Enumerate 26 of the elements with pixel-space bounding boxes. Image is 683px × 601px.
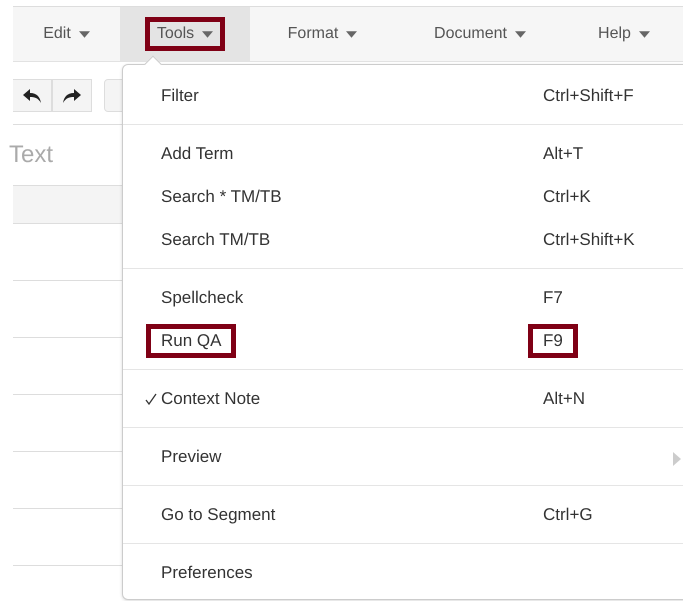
text-field[interactable]: Text: [9, 141, 109, 169]
menu-item[interactable]: Preview: [123, 435, 683, 478]
menu-item[interactable]: Run QA F9: [123, 319, 683, 362]
checkmark-icon: [145, 392, 157, 404]
menu-item[interactable]: Search * TM/TB Ctrl+K: [123, 175, 683, 218]
menu-item[interactable]: Search TM/TB Ctrl+Shift+K: [123, 218, 683, 261]
menu-item[interactable]: Go to Segment Ctrl+G: [123, 493, 683, 536]
redo-button[interactable]: [52, 79, 92, 112]
menu-button[interactable]: Edit: [13, 7, 120, 61]
caret-icon: [346, 30, 358, 38]
menu-button[interactable]: Format: [250, 7, 395, 61]
menu-item[interactable]: Preferences: [123, 551, 683, 594]
redo-icon: [63, 88, 81, 102]
menu-item[interactable]: Filter Ctrl+Shift+F: [123, 74, 683, 117]
undo-icon: [23, 88, 41, 102]
menu-button[interactable]: Tools: [120, 7, 250, 61]
caret-icon: [638, 30, 650, 38]
menu-item[interactable]: Spellcheck F7: [123, 276, 683, 319]
menu-item[interactable]: Context Note Alt+N: [123, 377, 683, 420]
caret-icon: [514, 30, 526, 38]
menu-button[interactable]: Document: [395, 7, 565, 61]
undo-button[interactable]: [13, 79, 52, 112]
caret-icon: [202, 30, 214, 38]
caret-icon: [78, 30, 90, 38]
menu-item[interactable]: Add Term Alt+T: [123, 132, 683, 175]
menu-button[interactable]: Help: [565, 7, 683, 61]
